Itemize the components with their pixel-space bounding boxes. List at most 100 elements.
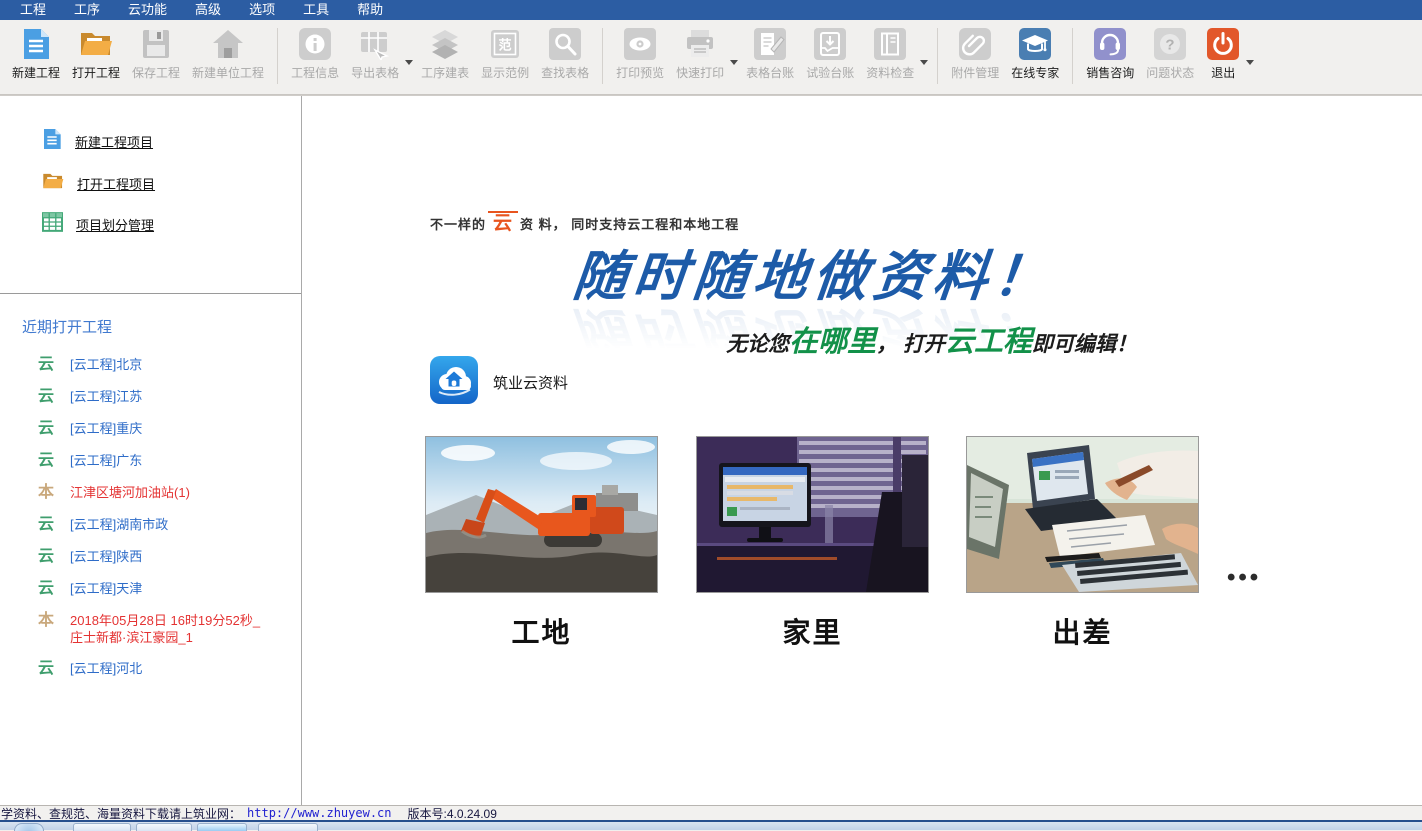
- recent-projects-header: 近期打开工程: [0, 294, 301, 341]
- recent-project-item[interactable]: 云 [云工程]广东: [0, 445, 301, 477]
- menu-project[interactable]: 工程: [6, 0, 60, 20]
- sidebar-new-project-link[interactable]: 新建工程项目: [0, 120, 301, 163]
- toolbar-separator: [602, 28, 603, 84]
- test-ledger-button[interactable]: 试验台账: [800, 24, 860, 83]
- recent-project-item[interactable]: 云 [云工程]河北: [0, 653, 301, 685]
- recent-project-item[interactable]: 云 [云工程]重庆: [0, 413, 301, 445]
- menu-process[interactable]: 工序: [60, 0, 114, 20]
- open-project-button[interactable]: 打开工程: [66, 24, 126, 83]
- menu-bar: 工程 工序 云功能 高级 选项 工具 帮助: [0, 0, 1422, 20]
- svg-text:?: ?: [1166, 37, 1175, 54]
- data-check-button[interactable]: 资料检查: [860, 24, 920, 83]
- headset-icon: [1093, 27, 1127, 61]
- print-preview-button[interactable]: 打印预览: [610, 24, 670, 83]
- start-button[interactable]: [14, 823, 44, 831]
- attachment-manager-button[interactable]: 附件管理: [945, 24, 1005, 83]
- zhuye-cloud-logo: [430, 356, 478, 409]
- cloud-badge-icon: 云: [38, 388, 54, 406]
- brand-name: 筑业云资料: [493, 372, 568, 393]
- home-image: [696, 436, 929, 593]
- status-bar: 学资料、查规范、海量资料下载请上筑业网： http://www.zhuyew.c…: [0, 805, 1422, 820]
- menu-tools[interactable]: 工具: [289, 0, 343, 20]
- status-message: 学资料、查规范、海量资料下载请上筑业网：: [1, 805, 241, 822]
- document-edit-icon: [753, 27, 787, 61]
- issue-status-button[interactable]: ? 问题状态: [1140, 24, 1200, 83]
- new-project-button[interactable]: 新建工程: [6, 24, 66, 83]
- table-ledger-button[interactable]: 表格台账: [740, 24, 800, 83]
- new-unit-project-button[interactable]: 新建单位工程: [186, 24, 270, 83]
- house-icon: [211, 27, 245, 61]
- printer-icon: [683, 27, 717, 61]
- open-folder-icon: [42, 171, 64, 196]
- os-taskbar-sliver: [0, 820, 1422, 830]
- recent-project-item[interactable]: 云 [云工程]湖南市政: [0, 509, 301, 541]
- local-badge-icon: 本: [38, 484, 54, 502]
- paperclip-icon: [958, 27, 992, 61]
- export-table-dropdown-arrow[interactable]: [405, 60, 413, 65]
- local-badge-icon: 本: [38, 612, 54, 630]
- recent-project-item[interactable]: 本 2018年05月28日 16时19分52秒_庄士新都·滨江豪园_1: [0, 605, 301, 653]
- taskbar-window-button[interactable]: [73, 823, 131, 831]
- layers-icon: [428, 27, 462, 61]
- new-doc-icon: [42, 128, 62, 155]
- left-sidebar: 新建工程项目 打开工程项目 项目划分管理 近期打开工程 云 [云工程]北京: [0, 96, 302, 805]
- grid-table-icon: [42, 212, 63, 237]
- menu-help[interactable]: 帮助: [343, 0, 397, 20]
- cloud-badge-icon: 云: [38, 580, 54, 598]
- export-table-button[interactable]: 导出表格: [345, 24, 405, 83]
- sub-headline: 无论您在哪里， 打开云工程即可编辑！: [302, 318, 1137, 360]
- save-project-button[interactable]: 保存工程: [126, 24, 186, 83]
- worksite-image: [425, 436, 658, 593]
- graduation-cap-icon: [1018, 27, 1052, 61]
- sales-consult-button[interactable]: 销售咨询: [1080, 24, 1140, 83]
- eye-icon: [623, 27, 657, 61]
- cloud-badge-icon: 云: [38, 548, 54, 566]
- toolbar-separator: [937, 28, 938, 84]
- exit-button[interactable]: 退出: [1200, 24, 1246, 83]
- exit-dropdown-arrow[interactable]: [1246, 60, 1254, 65]
- cloud-badge-icon: 云: [38, 420, 54, 438]
- show-sample-button[interactable]: 范 显示范例: [475, 24, 535, 83]
- menu-options[interactable]: 选项: [235, 0, 289, 20]
- recent-project-item[interactable]: 云 [云工程]天津: [0, 573, 301, 605]
- sample-icon: 范: [488, 27, 522, 61]
- save-disk-icon: [139, 27, 173, 61]
- toolbar-separator: [277, 28, 278, 84]
- recent-project-item[interactable]: 本 江津区塘河加油站(1): [0, 477, 301, 509]
- main-toolbar: 新建工程 打开工程 保存工程 新建单位工程: [0, 20, 1422, 95]
- scene-home: 家里: [696, 436, 929, 651]
- question-icon: ?: [1153, 27, 1187, 61]
- menu-advanced[interactable]: 高级: [181, 0, 235, 20]
- data-check-dropdown-arrow[interactable]: [920, 60, 928, 65]
- more-ellipsis-icon: •••: [1227, 564, 1261, 592]
- scene-caption: 家里: [696, 611, 929, 651]
- power-icon: [1206, 27, 1240, 61]
- find-table-button[interactable]: 查找表格: [535, 24, 595, 83]
- version-label: 版本号:4.0.24.09: [408, 805, 497, 822]
- project-info-button[interactable]: 工程信息: [285, 24, 345, 83]
- process-table-button[interactable]: 工序建表: [415, 24, 475, 83]
- sidebar-project-division-link[interactable]: 项目划分管理: [0, 204, 301, 245]
- recent-project-item[interactable]: 云 [云工程]北京: [0, 349, 301, 381]
- export-table-icon: [358, 27, 392, 61]
- quick-print-button[interactable]: 快速打印: [670, 24, 730, 83]
- info-icon: [298, 27, 332, 61]
- toolbar-separator: [1072, 28, 1073, 84]
- new-project-icon: [19, 27, 53, 61]
- cloud-badge-icon: 云: [38, 660, 54, 678]
- quick-print-dropdown-arrow[interactable]: [730, 60, 738, 65]
- scene-worksite: 工地: [425, 436, 658, 651]
- scene-trip: 出差: [966, 436, 1199, 651]
- recent-project-item[interactable]: 云 [云工程]江苏: [0, 381, 301, 413]
- zhuye-website-link[interactable]: http://www.zhuyew.cn: [247, 806, 392, 820]
- recent-project-item[interactable]: 云 [云工程]陕西: [0, 541, 301, 573]
- taskbar-window-button[interactable]: [197, 823, 247, 831]
- menu-cloud-functions[interactable]: 云功能: [114, 0, 181, 20]
- cloud-badge-icon: 云: [38, 356, 54, 374]
- taskbar-window-button[interactable]: [258, 823, 318, 831]
- tagline: 不一样的云资 料， 同时支持云工程和本地工程: [430, 208, 739, 235]
- taskbar-window-button[interactable]: [136, 823, 192, 831]
- sidebar-open-project-link[interactable]: 打开工程项目: [0, 163, 301, 204]
- main-welcome-panel: 不一样的云资 料， 同时支持云工程和本地工程 随时随地做资料！ 随时随地做资料！…: [302, 96, 1422, 805]
- online-expert-button[interactable]: 在线专家: [1005, 24, 1065, 83]
